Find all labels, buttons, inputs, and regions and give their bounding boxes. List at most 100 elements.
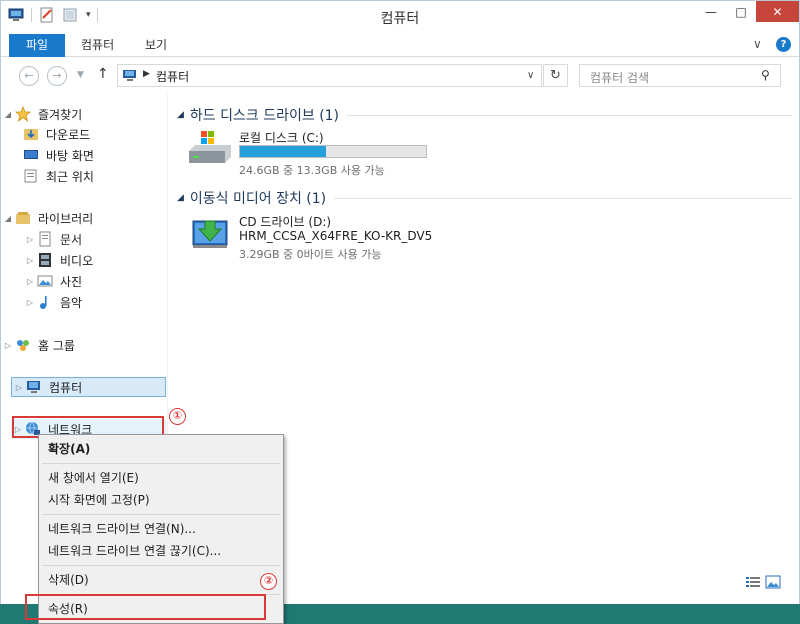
videos-icon	[37, 252, 55, 268]
tab-view[interactable]: 보기	[133, 34, 179, 57]
homegroup-icon	[15, 337, 33, 353]
sidebar-item-homegroup[interactable]: ▷ 홈 그룹	[1, 335, 75, 355]
drive-name: CD 드라이브 (D:)	[239, 215, 332, 229]
sidebar-item-label: 즐겨찾기	[38, 107, 83, 122]
drive-usage-bar	[239, 145, 427, 158]
menu-separator	[42, 463, 280, 464]
sidebar-item-label: 컴퓨터	[49, 380, 83, 395]
hard-disk-icon	[187, 131, 233, 172]
group-divider	[347, 114, 792, 116]
sidebar-item-recent-places[interactable]: 최근 위치	[23, 166, 94, 186]
marker-2: ②	[260, 573, 277, 590]
documents-icon	[37, 231, 55, 247]
computer-icon	[26, 379, 44, 395]
close-button[interactable]: ✕	[756, 1, 799, 22]
downloads-folder-icon	[23, 126, 41, 142]
group-divider	[334, 197, 792, 199]
details-view-icon[interactable]	[745, 575, 761, 589]
menu-separator	[42, 565, 280, 566]
expand-arrow-icon[interactable]: ▷	[23, 298, 37, 307]
forward-button[interactable]: →	[47, 66, 67, 86]
expand-arrow-icon[interactable]: ▷	[1, 341, 15, 350]
breadcrumb-separator-icon[interactable]: ▶	[143, 69, 150, 79]
drive-free-space: 24.6GB 중 13.3GB 사용 가능	[239, 164, 385, 177]
up-button[interactable]: ↑	[97, 66, 109, 82]
group-title: 하드 디스크 드라이브 (1)	[189, 108, 340, 124]
group-header-removable[interactable]: ◢ 이동식 미디어 장치 (1)	[177, 188, 792, 208]
recent-places-icon	[23, 168, 41, 184]
address-dropdown-icon[interactable]: ∨	[527, 70, 534, 81]
menu-item-pin-start[interactable]: 시작 화면에 고정(P)	[40, 489, 282, 511]
search-placeholder: 컴퓨터 검색	[590, 71, 650, 85]
drive-name: 로컬 디스크 (C:)	[239, 131, 324, 145]
collapse-arrow-icon[interactable]: ◢	[177, 110, 184, 120]
expand-arrow-icon[interactable]: ▷	[23, 256, 37, 265]
drive-free-space: 3.29GB 중 0바이트 사용 가능	[239, 248, 382, 261]
sidebar-item-music[interactable]: ▷ 음악	[23, 292, 82, 312]
sidebar-item-desktop[interactable]: 바탕 화면	[23, 145, 94, 165]
sidebar-item-videos[interactable]: ▷ 비디오	[23, 250, 93, 270]
cd-drive-icon	[191, 215, 231, 254]
tab-file[interactable]: 파일	[9, 34, 65, 57]
marker-1: ①	[169, 408, 186, 425]
tab-computer[interactable]: 컴퓨터	[69, 34, 126, 57]
libraries-icon	[15, 210, 33, 226]
menu-item-delete[interactable]: 삭제(D)	[40, 569, 282, 591]
sidebar-item-documents[interactable]: ▷ 문서	[23, 229, 82, 249]
menu-separator	[42, 514, 280, 515]
expand-arrow-icon[interactable]: ▷	[23, 277, 37, 286]
star-icon	[14, 105, 33, 123]
window-title: 컴퓨터	[380, 11, 420, 27]
menu-item-map-network-drive[interactable]: 네트워크 드라이브 연결(N)...	[40, 518, 282, 540]
help-icon[interactable]: ?	[776, 37, 791, 52]
sidebar-item-favorites[interactable]: ◢ 즐겨찾기	[1, 104, 82, 124]
sidebar-item-label: 사진	[60, 274, 83, 289]
group-header-hard-disk[interactable]: ◢ 하드 디스크 드라이브 (1)	[177, 105, 792, 125]
large-icons-view-icon[interactable]	[765, 575, 781, 589]
highlight-properties	[25, 594, 266, 620]
back-button[interactable]: ←	[19, 66, 39, 86]
sidebar-item-pictures[interactable]: ▷ 사진	[23, 271, 82, 291]
address-bar[interactable]: ▶ 컴퓨터 ∨	[117, 64, 542, 87]
sidebar-item-label: 최근 위치	[46, 169, 94, 184]
ribbon-expand-icon[interactable]: ∨	[753, 37, 762, 51]
navigation-bar: ← → ▼ ↑ ▶ 컴퓨터 ∨ ↻ 컴퓨터 검색 ⚲	[1, 58, 799, 94]
recent-locations-dropdown-icon[interactable]: ▼	[77, 70, 84, 80]
menu-item-open-new-window[interactable]: 새 창에서 열기(E)	[40, 467, 282, 489]
search-input[interactable]: 컴퓨터 검색 ⚲	[579, 64, 781, 87]
collapse-arrow-icon[interactable]: ◢	[1, 214, 15, 223]
music-icon	[37, 294, 55, 310]
search-icon[interactable]: ⚲	[761, 68, 770, 82]
sidebar-item-label: 문서	[60, 232, 83, 247]
drive-item-cd[interactable]: CD 드라이브 (D:) HRM_CCSA_X64FRE_KO-KR_DV5 3…	[187, 213, 447, 261]
group-title: 이동식 미디어 장치 (1)	[189, 191, 327, 207]
drive-item-local-disk[interactable]: 로컬 디스크 (C:) 24.6GB 중 13.3GB 사용 가능	[187, 129, 447, 177]
refresh-button[interactable]: ↻	[543, 64, 568, 87]
collapse-arrow-icon[interactable]: ◢	[1, 110, 15, 119]
sidebar-item-downloads[interactable]: 다운로드	[23, 124, 90, 144]
breadcrumb[interactable]: 컴퓨터	[156, 68, 189, 85]
sidebar-item-label: 바탕 화면	[46, 148, 94, 163]
view-switcher	[745, 575, 781, 589]
pictures-icon	[37, 273, 55, 289]
menu-item-disconnect-network-drive[interactable]: 네트워크 드라이브 연결 끊기(C)...	[40, 540, 282, 562]
minimize-button[interactable]: —	[697, 1, 725, 22]
title-bar: ▾ 컴퓨터 — □ ✕	[1, 1, 799, 32]
collapse-arrow-icon[interactable]: ◢	[177, 193, 184, 203]
expand-arrow-icon[interactable]: ▷	[23, 235, 37, 244]
desktop-icon	[23, 147, 41, 163]
maximize-button[interactable]: □	[727, 1, 755, 22]
sidebar-item-computer[interactable]: ▷ 컴퓨터	[11, 377, 166, 397]
ribbon: 파일 컴퓨터 보기 ∨ ?	[1, 32, 799, 57]
sidebar-item-libraries[interactable]: ◢ 라이브러리	[1, 208, 93, 228]
drive-usage-fill	[240, 146, 326, 157]
drive-volume-label: HRM_CCSA_X64FRE_KO-KR_DV5	[239, 229, 433, 243]
menu-item-expand[interactable]: 확장(A)	[40, 438, 282, 460]
sidebar-item-label: 라이브러리	[38, 211, 94, 226]
sidebar-item-label: 홈 그룹	[38, 338, 75, 353]
sidebar-item-label: 음악	[60, 295, 83, 310]
expand-arrow-icon[interactable]: ▷	[12, 383, 26, 392]
sidebar-item-label: 비디오	[60, 253, 94, 268]
computer-icon	[122, 69, 138, 82]
sidebar-item-label: 다운로드	[46, 127, 91, 142]
